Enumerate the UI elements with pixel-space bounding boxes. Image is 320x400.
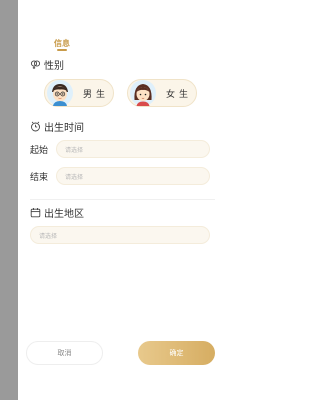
- birth-time-title: 出生时间: [44, 123, 84, 134]
- clock-icon: [30, 121, 41, 132]
- confirm-button[interactable]: 确定: [138, 341, 215, 365]
- end-time-placeholder: 请选择: [65, 173, 84, 181]
- calendar-icon: [30, 207, 41, 218]
- section-divider: [30, 199, 215, 200]
- girl-avatar-icon: [130, 80, 156, 106]
- birth-place-section-header: 出生地区: [30, 205, 84, 220]
- gender-section-header: 性别: [30, 57, 64, 72]
- female-option-button[interactable]: 女生: [127, 79, 197, 107]
- boy-avatar-icon: [47, 80, 73, 106]
- start-time-picker[interactable]: 请选择: [56, 140, 210, 158]
- tab-active-indicator: [57, 49, 67, 51]
- cancel-button[interactable]: 取消: [26, 341, 103, 365]
- birth-place-picker[interactable]: 请选择: [30, 226, 210, 244]
- tab-info[interactable]: 信息: [54, 38, 70, 49]
- female-label: 女生: [166, 89, 193, 100]
- filter-drawer: 信息 性别 男生 女生 出生时间 起始 请选择 结束 请选择 出生地区 请选择 …: [18, 0, 225, 400]
- overlay-mask[interactable]: [0, 0, 18, 400]
- start-time-placeholder: 请选择: [65, 146, 84, 154]
- male-label: 男生: [83, 89, 110, 100]
- gender-icon: [30, 59, 41, 70]
- start-time-label: 起始: [30, 146, 49, 156]
- end-time-label: 结束: [30, 173, 49, 183]
- birth-time-section-header: 出生时间: [30, 119, 84, 134]
- male-option-button[interactable]: 男生: [44, 79, 114, 107]
- end-time-picker[interactable]: 请选择: [56, 167, 210, 185]
- birth-place-title: 出生地区: [44, 209, 84, 220]
- birth-place-placeholder: 请选择: [39, 232, 58, 240]
- gender-title: 性别: [44, 61, 64, 72]
